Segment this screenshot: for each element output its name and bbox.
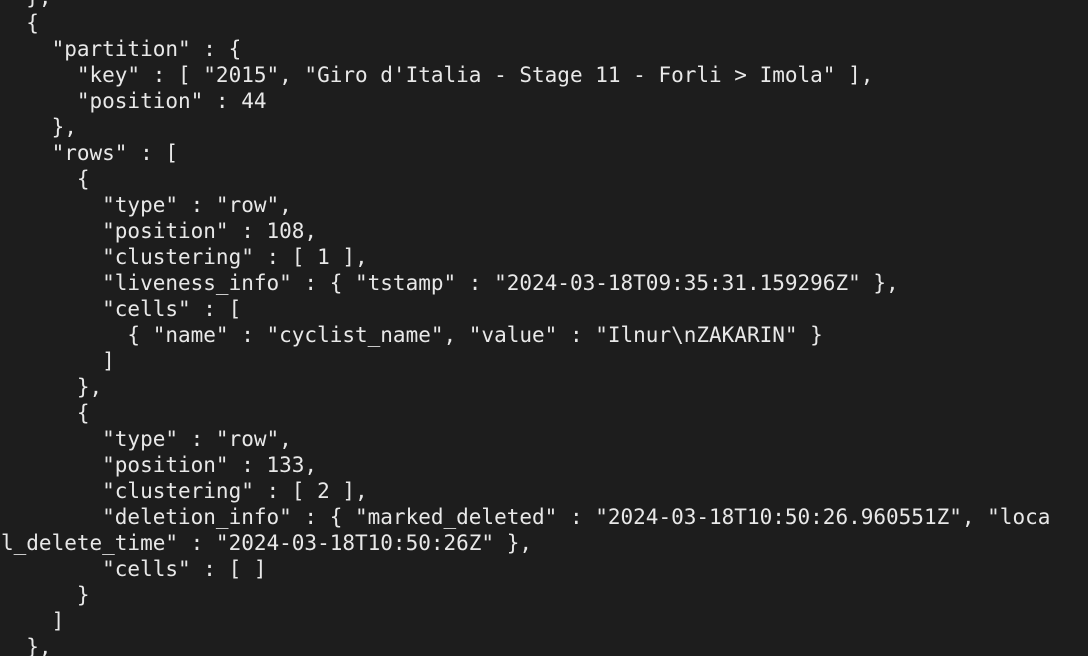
terminal-line: { "name" : "cyclist_name", "value" : "Il…: [1, 323, 823, 347]
terminal-line: "position" : 133,: [1, 453, 318, 477]
terminal-line: l_delete_time" : "2024-03-18T10:50:26Z" …: [1, 531, 533, 555]
terminal-line: "clustering" : [ 1 ],: [1, 245, 368, 269]
terminal-line: "cells" : [: [1, 297, 242, 321]
terminal-line: "key" : [ "2015", "Giro d'Italia - Stage…: [1, 63, 874, 87]
terminal-line: }: [1, 583, 90, 607]
terminal-line: "type" : "row",: [1, 427, 292, 451]
terminal-line: {: [1, 167, 90, 191]
terminal-line: "liveness_info" : { "tstamp" : "2024-03-…: [1, 271, 899, 295]
terminal-line: ]: [1, 609, 65, 633]
terminal-line: "position" : 108,: [1, 219, 318, 243]
terminal-line: "partition" : {: [1, 37, 242, 61]
terminal-line: "deletion_info" : { "marked_deleted" : "…: [1, 505, 1051, 529]
terminal-line: "type" : "row",: [1, 193, 292, 217]
terminal-line: "position" : 44: [1, 89, 267, 113]
terminal-line: },: [1, 375, 103, 399]
terminal-line: },: [1, 115, 77, 139]
terminal-line: "cells" : [ ]: [1, 557, 267, 581]
terminal-line: ]: [1, 349, 115, 373]
terminal-window[interactable]: }, { "partition" : { "key" : [ "2015", "…: [0, 0, 1088, 656]
terminal-line: },: [1, 635, 52, 656]
terminal-line: {: [1, 401, 90, 425]
terminal-line: "clustering" : [ 2 ],: [1, 479, 368, 503]
terminal-line: },: [1, 0, 1050, 10]
terminal-line: "rows" : [: [1, 141, 179, 165]
terminal-output: }, { "partition" : { "key" : [ "2015", "…: [1, 0, 1050, 656]
terminal-line: {: [1, 11, 39, 35]
